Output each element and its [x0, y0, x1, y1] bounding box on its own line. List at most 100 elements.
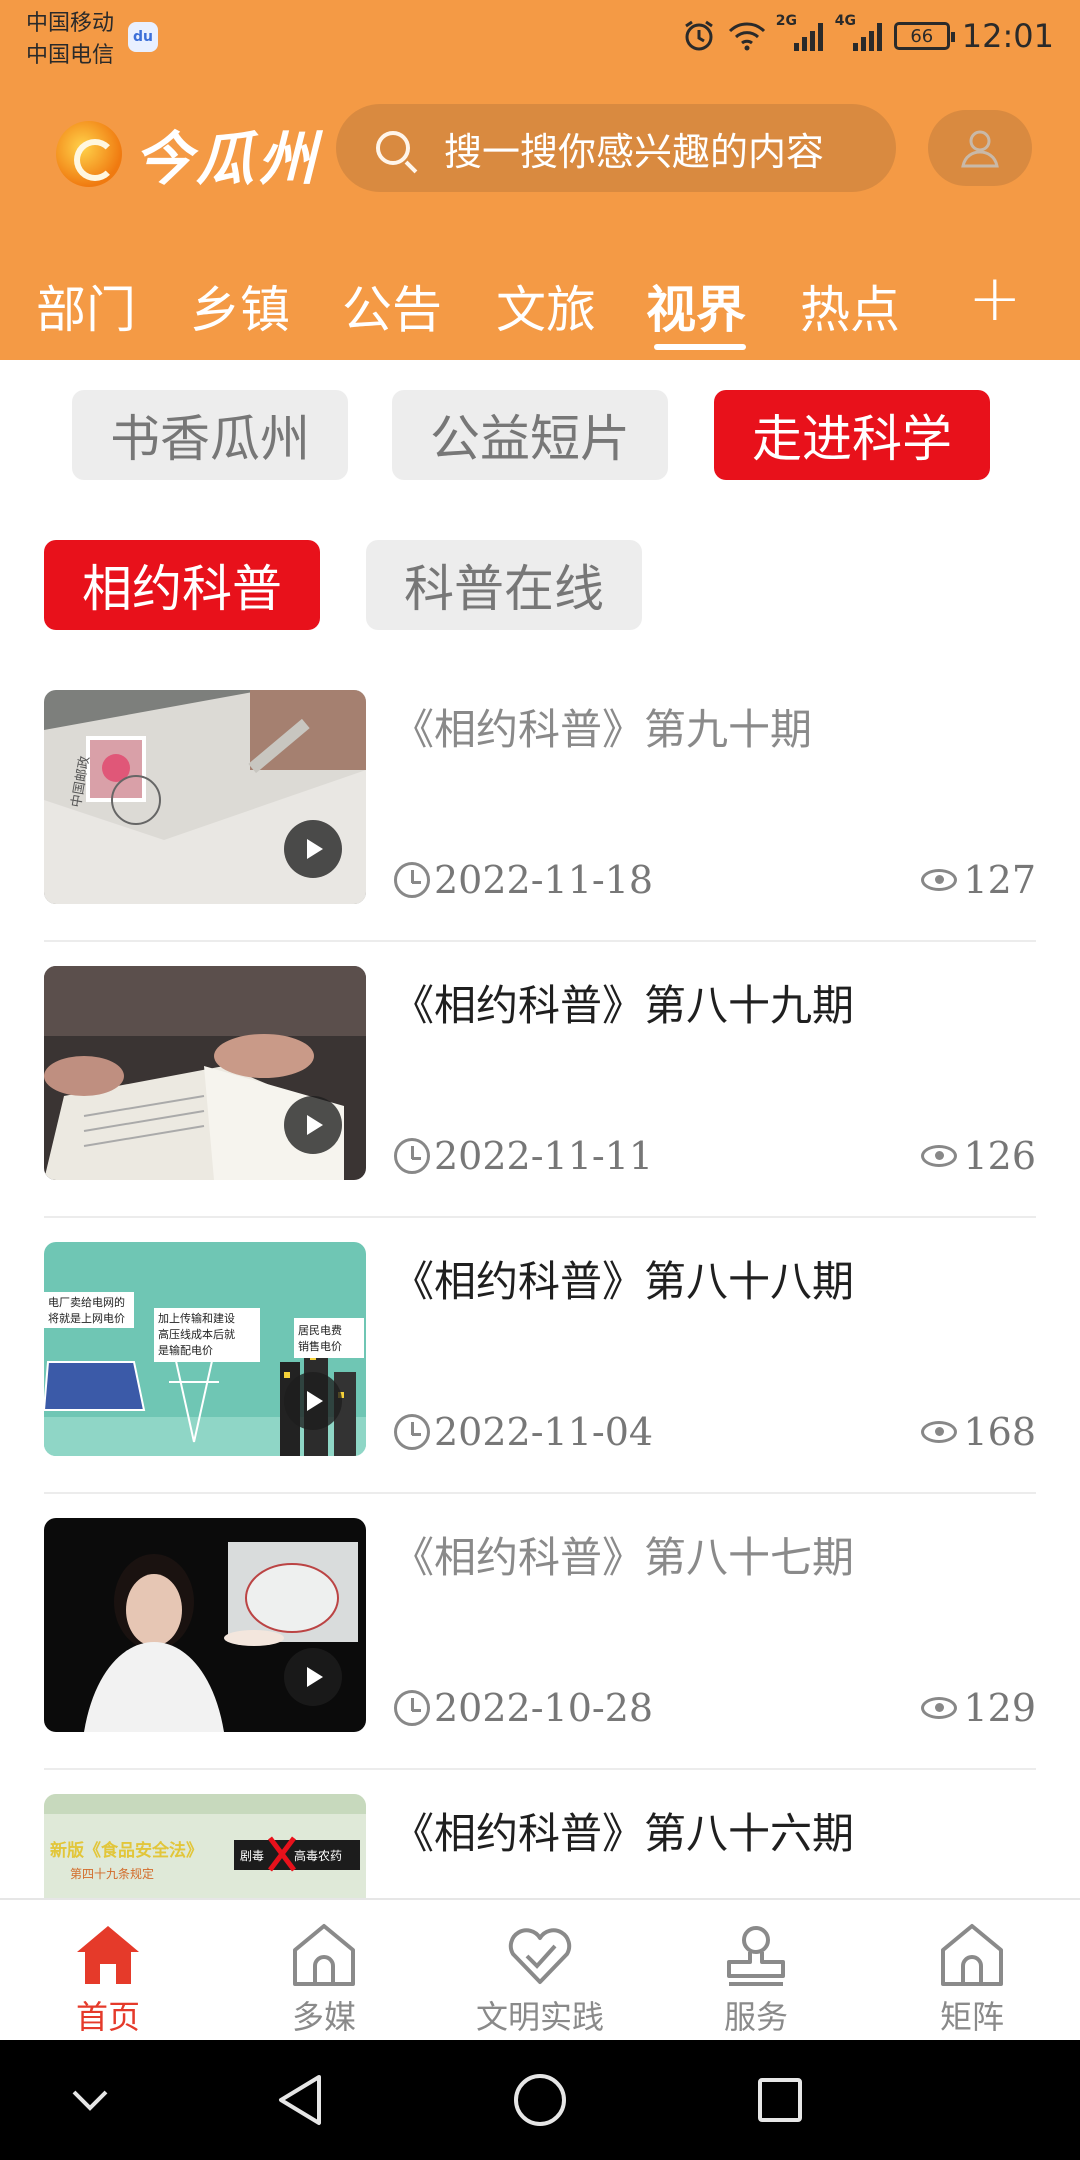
divider [44, 1216, 1036, 1218]
video-thumbnail [44, 966, 366, 1180]
list-item[interactable]: 新版《食品安全法》 第四十九条规定 剧毒 高毒农药 《相约科普》第八十六期 [44, 1794, 1036, 1898]
user-icon [961, 130, 999, 168]
video-date: 2022-10-28 [394, 1686, 653, 1730]
toxic-label-1: 剧毒 [240, 1849, 264, 1863]
nav-home[interactable]: 首页 [0, 1900, 216, 2042]
list-item[interactable]: 中国邮政 《相约科普》第九十期 2022-11-18 127 [44, 690, 1036, 966]
bottom-navigation: 首页 多媒 文明实践 服务 矩阵 [0, 1898, 1080, 2040]
recents-button[interactable] [750, 2070, 810, 2130]
chip-science-meet[interactable]: 相约科普 [44, 540, 320, 630]
nav-matrix-label: 矩阵 [939, 1998, 1004, 2036]
network-type-2: 4G [834, 13, 857, 29]
list-item[interactable]: 《相约科普》第八十九期 2022-11-11 126 [44, 966, 1036, 1242]
system-navigation-bar [0, 2040, 1080, 2160]
video-thumbnail: 中国邮政 [44, 690, 366, 904]
chevron-down-icon [72, 2090, 108, 2111]
chip-into-science[interactable]: 走进科学 [714, 390, 990, 480]
home-button[interactable] [510, 2070, 570, 2130]
search-bar[interactable]: 搜一搜你感兴趣的内容 [336, 104, 896, 192]
date-text: 2022-10-28 [434, 1686, 654, 1730]
nav-civilization[interactable]: 文明实践 [432, 1900, 648, 2042]
food-law-text: 新版《食品安全法》 [50, 1840, 203, 1861]
nav-home-label: 首页 [75, 1998, 140, 2036]
play-icon [284, 1648, 342, 1706]
video-thumbnail [44, 1518, 366, 1732]
nav-media[interactable]: 多媒 [216, 1900, 432, 2042]
list-item[interactable]: 《相约科普》第八十七期 2022-10-28 129 [44, 1518, 1036, 1794]
eye-icon [921, 1697, 958, 1719]
video-date: 2022-11-18 [394, 858, 653, 902]
carrier-1: 中国移动 [26, 11, 115, 36]
video-thumbnail: 电厂卖给电网的 将就是上网电价 加上传输和建设 高压线成本后就 是输配电价 居民… [44, 1242, 366, 1456]
views-count: 129 [963, 1686, 1036, 1730]
clock-time: 12:01 [961, 17, 1054, 55]
signal-icon-1: 2G [776, 13, 823, 51]
battery-level: 66 [910, 25, 934, 47]
food-law-clause: 第四十九条规定 [70, 1866, 154, 1881]
collapse-button[interactable] [60, 2070, 120, 2130]
video-thumbnail: 新版《食品安全法》 第四十九条规定 剧毒 高毒农药 [44, 1794, 366, 1898]
video-views: 129 [921, 1686, 1036, 1730]
chip-science-online[interactable]: 科普在线 [366, 540, 642, 630]
info-text-e: 是输配电价 [158, 1343, 213, 1357]
video-title: 《相约科普》第八十八期 [392, 1257, 855, 1306]
matrix-house-icon [941, 1924, 1003, 1986]
info-text-c: 加上传输和建设 [158, 1311, 235, 1325]
toxic-label-2: 高毒农药 [294, 1848, 342, 1863]
status-icons: 2G 4G 66 12:01 [682, 13, 1054, 58]
date-text: 2022-11-11 [434, 1134, 654, 1178]
info-text-g: 销售电价 [298, 1339, 342, 1353]
date-text: 2022-11-18 [434, 858, 654, 902]
video-title: 《相约科普》第八十七期 [392, 1533, 855, 1582]
stamp-icon [727, 1926, 785, 1986]
play-icon [284, 1096, 342, 1154]
info-text-a: 电厂卖给电网的 [48, 1295, 125, 1309]
baidu-notification-icon: du [128, 22, 158, 52]
clock-icon [394, 1414, 430, 1450]
user-profile-button[interactable] [928, 110, 1032, 186]
video-views: 168 [921, 1410, 1036, 1454]
app-header: 今瓜州 搜一搜你感兴趣的内容 部门 乡镇 公告 文旅 视界 热点 + [0, 82, 1080, 360]
clock-icon [394, 1690, 430, 1726]
video-date: 2022-11-04 [394, 1410, 653, 1454]
tab-announcements[interactable]: 公告 [342, 252, 442, 360]
active-tab-indicator [654, 344, 746, 350]
media-house-icon [293, 1924, 355, 1986]
info-text-d: 高压线成本后就 [158, 1327, 235, 1341]
clock-icon [394, 862, 430, 898]
clock-icon [394, 1138, 430, 1174]
tab-departments[interactable]: 部门 [36, 252, 136, 360]
tab-townships[interactable]: 乡镇 [190, 252, 290, 360]
nav-media-label: 多媒 [291, 1998, 356, 2036]
search-placeholder: 搜一搜你感兴趣的内容 [444, 129, 825, 174]
video-title: 《相约科普》第八十六期 [392, 1809, 855, 1858]
eye-icon [921, 1421, 958, 1443]
logo-text: 今瓜州 [134, 125, 321, 193]
tab-hot[interactable]: 热点 [800, 252, 900, 360]
tab-culture-tourism[interactable]: 文旅 [496, 252, 596, 360]
nav-service[interactable]: 服务 [648, 1900, 864, 2042]
video-title: 《相约科普》第八十九期 [392, 981, 855, 1030]
back-triangle-icon [279, 2075, 321, 2125]
chip-public-shorts[interactable]: 公益短片 [392, 390, 668, 480]
date-text: 2022-11-04 [434, 1410, 654, 1454]
divider [44, 1768, 1036, 1770]
food-safety-image: 新版《食品安全法》 第四十九条规定 剧毒 高毒农药 [44, 1794, 366, 1898]
video-views: 127 [921, 858, 1036, 902]
divider [44, 940, 1036, 942]
divider [44, 1492, 1036, 1494]
add-tab-button[interactable]: + [968, 262, 1022, 336]
list-item[interactable]: 电厂卖给电网的 将就是上网电价 加上传输和建设 高压线成本后就 是输配电价 居民… [44, 1242, 1036, 1518]
eye-icon [921, 869, 958, 891]
battery-icon: 66 [893, 22, 955, 50]
video-views: 126 [921, 1134, 1036, 1178]
play-icon [284, 820, 342, 878]
app-logo[interactable]: 今瓜州 [56, 112, 320, 196]
carrier-2: 中国电信 [26, 43, 115, 68]
status-bar: 中国移动 中国电信 du 2G 4G 66 12:01 [0, 0, 1080, 82]
nav-matrix[interactable]: 矩阵 [864, 1900, 1080, 2042]
chip-books[interactable]: 书香瓜州 [72, 390, 348, 480]
home-icon [77, 1926, 139, 1984]
category-tabs: 部门 乡镇 公告 文旅 视界 热点 + [0, 252, 1080, 360]
back-button[interactable] [270, 2070, 330, 2130]
